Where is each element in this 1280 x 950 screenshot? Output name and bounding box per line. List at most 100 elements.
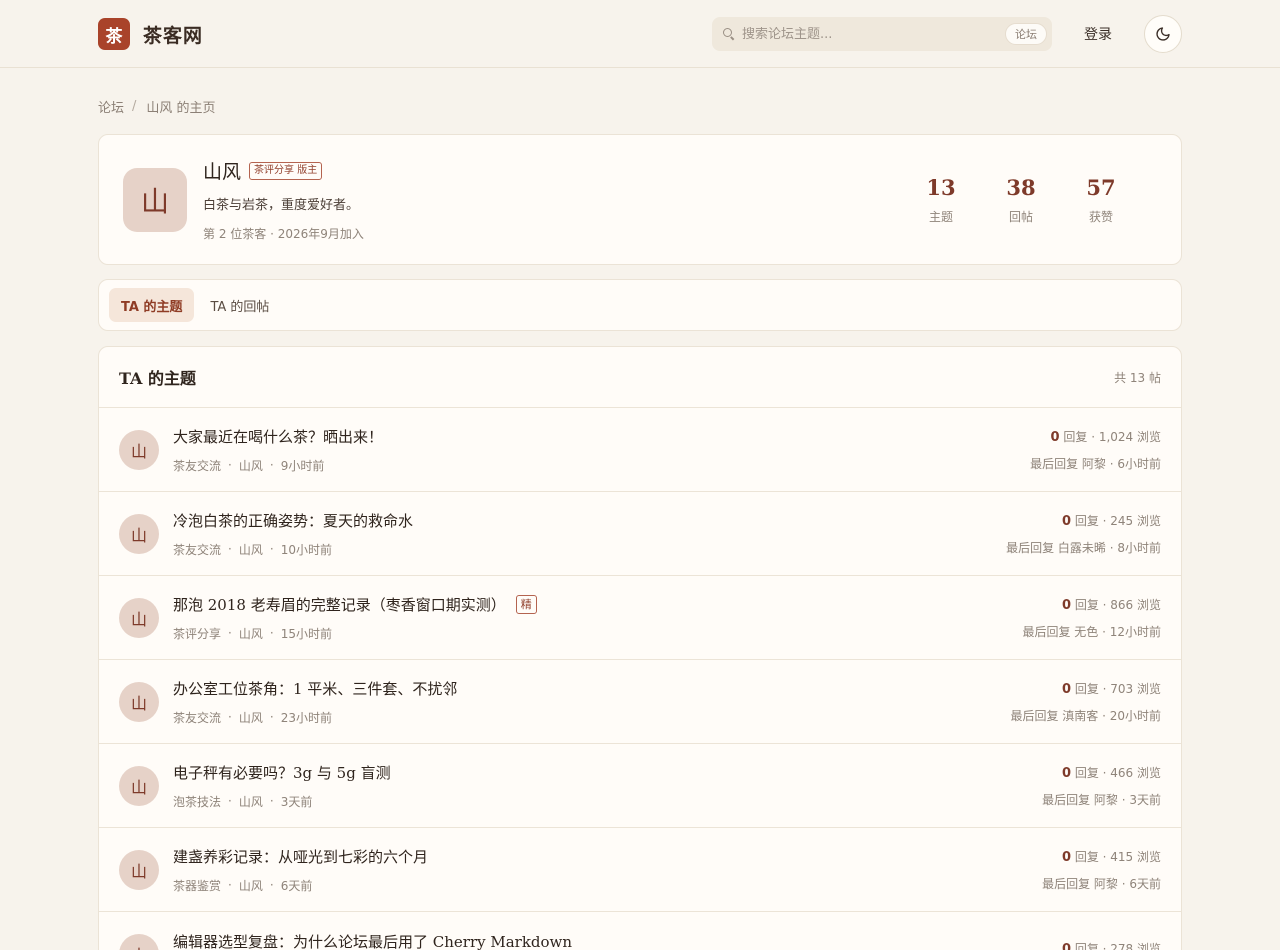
author-avatar[interactable]: 山 [119,765,159,806]
thread-meta: 茶友交流 · 山风 · 10小时前 [173,541,413,558]
thread-category-link[interactable]: 泡茶技法 [173,793,221,810]
thread-stats: 0 回复 · 703 浏览 最后回复 滇南客 · 20小时前 [1010,680,1161,724]
thread-title-link[interactable]: 那泡 2018 老寿眉的完整记录（枣香窗口期实测） [173,594,506,615]
thread-category-link[interactable]: 茶评分享 [173,625,221,642]
thread-stats: 0 回复 · 1,024 浏览 最后回复 阿黎 · 6小时前 [1030,428,1161,472]
reply-label: 回复 · [1074,849,1111,864]
stat-topics: 13 主题 [901,175,981,225]
reply-label: 回复 · [1074,597,1111,612]
meta-separator: · [269,458,274,472]
meta-separator: · [228,542,232,556]
thread-meta: 茶评分享 · 山风 · 15小时前 [173,625,537,642]
login-link[interactable]: 登录 [1084,24,1112,44]
thread-list-title: TA 的主题 [119,369,197,388]
stat-value: 57 [1086,174,1116,200]
thread-time: 15小时前 [280,626,332,641]
thread-author-link[interactable]: 山风 [239,709,263,726]
reply-label: 回复 · [1074,765,1111,780]
thread-stats: 0 回复 · 415 浏览 最后回复 阿黎 · 6天前 [1042,848,1161,892]
meta-separator: · [269,542,274,556]
meta-separator: · [228,710,232,724]
author-avatar[interactable]: 山 [119,513,159,554]
search-scope-badge[interactable]: 论坛 [1005,23,1047,45]
thread-row[interactable]: 山 冷泡白茶的正确姿势：夏天的救命水 茶友交流 · 山风 · 10小时前 0 回… [99,492,1181,576]
thread-category-link[interactable]: 茶友交流 [173,457,221,474]
thread-stats: 0 回复 · 245 浏览 最后回复 白露未晞 · 8小时前 [1006,512,1161,556]
thread-row[interactable]: 山 那泡 2018 老寿眉的完整记录（枣香窗口期实测） 精 茶评分享 · 山风 … [99,576,1181,660]
stat-value: 13 [926,174,956,200]
author-avatar[interactable]: 山 [119,681,159,722]
thread-author-link[interactable]: 山风 [239,457,263,474]
view-count: 1,024 浏览 [1098,429,1161,444]
thread-category-link[interactable]: 茶友交流 [173,541,221,558]
thread-stats: 0 回复 · 466 浏览 最后回复 阿黎 · 3天前 [1042,764,1161,808]
meta-separator: · [228,458,232,472]
site-brand[interactable]: 茶客网 [143,21,203,48]
thread-title-link[interactable]: 冷泡白茶的正确姿势：夏天的救命水 [173,510,413,531]
avatar: 山 [123,167,187,232]
thread-stats: 0 回复 · 278 浏览 [1062,940,1161,950]
meta-separator: · [269,794,274,808]
thread-time: 9小时前 [280,458,325,473]
breadcrumb-forum-link[interactable]: 论坛 [98,97,124,116]
role-badge: 茶评分享 版主 [249,161,323,180]
thread-title-link[interactable]: 办公室工位茶角：1 平米、三件套、不扰邻 [173,678,457,699]
thread-author-link[interactable]: 山风 [239,877,263,894]
theme-toggle-button[interactable] [1144,15,1182,53]
top-bar: 茶 茶客网 论坛 登录 [0,0,1280,68]
tab-replies[interactable]: TA 的回帖 [198,288,281,322]
thread-title-link[interactable]: 电子秤有必要吗？3g 与 5g 盲测 [173,762,391,783]
reply-label: 回复 · [1074,681,1111,696]
thread-time: 23小时前 [280,710,332,725]
author-avatar[interactable]: 山 [119,597,159,638]
meta-separator: · [269,626,274,640]
tab-topics[interactable]: TA 的主题 [109,288,195,322]
breadcrumb-current: 山风 的主页 [146,101,216,116]
profile-stats: 13 主题 38 回帖 57 获赞 [901,175,1141,225]
view-count: 278 浏览 [1110,942,1161,950]
stat-likes: 57 获赞 [1061,175,1141,225]
thread-row[interactable]: 山 办公室工位茶角：1 平米、三件套、不扰邻 茶友交流 · 山风 · 23小时前… [99,660,1181,744]
breadcrumb: 论坛 / 山风 的主页 [98,97,1182,116]
thread-list-header: TA 的主题 共 13 帖 [99,347,1181,408]
stat-label: 获赞 [1088,209,1113,224]
meta-separator: · [269,710,274,724]
search-input[interactable] [742,26,1005,42]
thread-row[interactable]: 山 电子秤有必要吗？3g 与 5g 盲测 泡茶技法 · 山风 · 3天前 0 回… [99,744,1181,828]
stat-label: 主题 [928,209,953,224]
thread-category-link[interactable]: 茶器鉴赏 [173,877,221,894]
thread-title-link[interactable]: 建盏养彩记录：从哑光到七彩的六个月 [173,846,428,867]
thread-row[interactable]: 山 编辑器选型复盘：为什么论坛最后用了 Cherry Markdown · · … [99,912,1181,950]
profile-bio: 白茶与岩茶，重度爱好者。 [203,198,360,213]
reply-count: 0 [1061,513,1071,529]
thread-author-link[interactable]: 山风 [239,793,263,810]
thread-row[interactable]: 山 建盏养彩记录：从哑光到七彩的六个月 茶器鉴赏 · 山风 · 6天前 0 回复… [99,828,1181,912]
last-reply-info: 最后回复 白露未晞 · 8小时前 [1006,540,1161,555]
author-avatar[interactable]: 山 [119,933,159,950]
author-avatar[interactable]: 山 [119,429,159,470]
last-reply-info: 最后回复 无色 · 12小时前 [1022,624,1161,639]
stat-label: 回帖 [1008,209,1033,224]
author-avatar[interactable]: 山 [119,849,159,890]
reply-label: 回复 · [1063,429,1099,444]
view-count: 466 浏览 [1110,765,1161,780]
moon-icon [1156,27,1170,41]
reply-count: 0 [1050,429,1060,445]
last-reply-info: 最后回复 阿黎 · 6天前 [1042,876,1161,891]
last-reply-info: 最后回复 阿黎 · 3天前 [1042,792,1161,807]
thread-stats: 0 回复 · 866 浏览 最后回复 无色 · 12小时前 [1022,596,1161,640]
thread-title-link[interactable]: 大家最近在喝什么茶？晒出来！ [173,426,383,447]
thread-title-link[interactable]: 编辑器选型复盘：为什么论坛最后用了 Cherry Markdown [173,931,572,950]
reply-count: 0 [1061,765,1071,781]
meta-separator: · [228,794,232,808]
logo-icon[interactable]: 茶 [98,18,130,50]
thread-list: TA 的主题 共 13 帖 山 大家最近在喝什么茶？晒出来！ 茶友交流 · 山风… [98,346,1182,950]
view-count: 245 浏览 [1110,513,1161,528]
thread-author-link[interactable]: 山风 [239,541,263,558]
thread-author-link[interactable]: 山风 [239,625,263,642]
reply-count: 0 [1061,597,1071,613]
meta-separator: · [228,626,232,640]
stat-value: 38 [1006,174,1036,200]
thread-category-link[interactable]: 茶友交流 [173,709,221,726]
thread-row[interactable]: 山 大家最近在喝什么茶？晒出来！ 茶友交流 · 山风 · 9小时前 0 回复 ·… [99,408,1181,492]
